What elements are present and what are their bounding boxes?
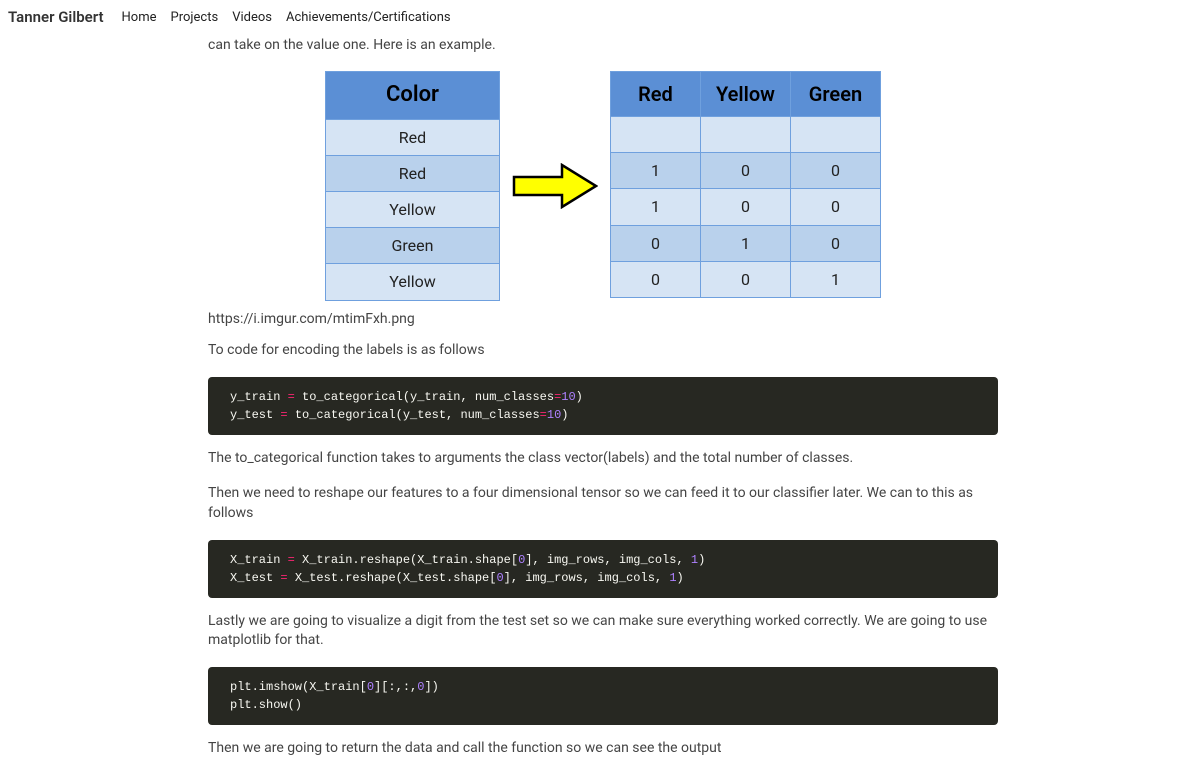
- source-cell: Red: [326, 119, 500, 155]
- encode-intro: To code for encoding the labels is as fo…: [208, 341, 998, 361]
- encoded-cell: 0: [790, 225, 880, 261]
- arrow-icon: [512, 163, 598, 209]
- encoded-cell: 1: [610, 153, 700, 189]
- source-header: Color: [326, 72, 500, 119]
- encoded-cell: 0: [700, 261, 790, 297]
- encoded-header: Red: [610, 72, 700, 117]
- source-cell: Green: [326, 228, 500, 264]
- return-intro: Then we are going to return the data and…: [208, 739, 998, 759]
- encoded-cell: 1: [700, 225, 790, 261]
- encoded-cell: 0: [610, 225, 700, 261]
- encoded-header: Green: [790, 72, 880, 117]
- visualize-intro: Lastly we are going to visualize a digit…: [208, 612, 998, 651]
- code-block-encode[interactable]: y_train = to_categorical(y_train, num_cl…: [208, 377, 998, 435]
- nav-home[interactable]: Home: [122, 10, 157, 25]
- encoded-cell: 0: [610, 261, 700, 297]
- top-nav: Tanner Gilbert Home Projects Videos Achi…: [0, 0, 1200, 34]
- source-table: Color Red Red Yellow Green Yellow: [325, 71, 500, 300]
- nav-videos[interactable]: Videos: [232, 10, 272, 25]
- encoded-cell: 1: [790, 261, 880, 297]
- source-cell: Yellow: [326, 264, 500, 300]
- encoded-cell: 1: [610, 189, 700, 225]
- encoded-cell: 0: [790, 153, 880, 189]
- nav-achievements[interactable]: Achievements/Certifications: [286, 10, 451, 25]
- encoded-table: Red Yellow Green 1 0 0 1 0 0: [610, 71, 881, 298]
- figure-caption: https://i.imgur.com/mtimFxh.png: [208, 311, 998, 327]
- nav-projects[interactable]: Projects: [171, 10, 219, 25]
- encoded-header: Yellow: [700, 72, 790, 117]
- source-cell: Yellow: [326, 191, 500, 227]
- to-categorical-explain: The to_categorical function takes to arg…: [208, 449, 998, 469]
- source-cell: Red: [326, 155, 500, 191]
- encoded-cell: 0: [790, 189, 880, 225]
- one-hot-figure: Color Red Red Yellow Green Yellow Red Ye…: [208, 71, 998, 301]
- article-body: works better with classification and reg…: [208, 0, 998, 758]
- encoded-cell: 0: [700, 189, 790, 225]
- code-block-plot[interactable]: plt.imshow(X_train[0][:,:,0]) plt.show(): [208, 667, 998, 725]
- reshape-intro: Then we need to reshape our features to …: [208, 484, 998, 523]
- encoded-cell: 0: [700, 153, 790, 189]
- brand[interactable]: Tanner Gilbert: [8, 8, 104, 26]
- code-block-reshape[interactable]: X_train = X_train.reshape(X_train.shape[…: [208, 540, 998, 598]
